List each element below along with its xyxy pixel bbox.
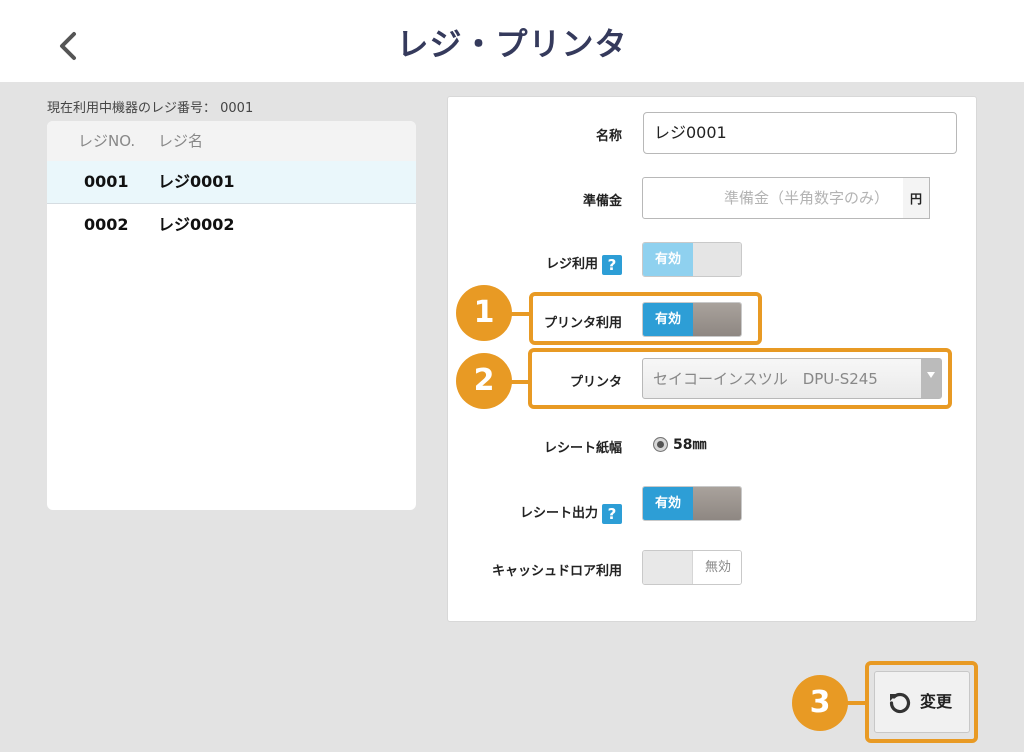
row-register-no: 0001 bbox=[84, 172, 129, 191]
toggle-knob bbox=[693, 243, 741, 276]
float-unit: 円 bbox=[903, 177, 930, 219]
highlight-box-1 bbox=[529, 292, 762, 345]
callout-connector-3 bbox=[845, 701, 867, 705]
row-register-name: レジ0002 bbox=[158, 215, 235, 234]
refresh-icon bbox=[889, 692, 911, 714]
float-input[interactable]: 準備金（半角数字のみ） bbox=[642, 177, 904, 219]
callout-badge-1: 1 bbox=[456, 285, 512, 341]
cash-drawer-label: キャッシュドロア利用 bbox=[491, 564, 622, 579]
callout-badge-2: 2 bbox=[456, 353, 512, 409]
callout-badge-3: 3 bbox=[792, 675, 848, 731]
change-button-label: 変更 bbox=[920, 692, 953, 711]
toggle-knob bbox=[643, 551, 693, 584]
column-register-name: レジ名 bbox=[158, 132, 204, 150]
receipt-output-state: 有効 bbox=[643, 487, 693, 520]
current-register-text: 現在利用中機器のレジ番号： 0001 bbox=[47, 101, 254, 116]
receipt-output-toggle[interactable]: 有効 bbox=[642, 486, 742, 521]
receipt-width-label: レシート紙幅 bbox=[543, 441, 622, 456]
row-register-no: 0002 bbox=[84, 215, 129, 234]
receipt-width-value: 58㎜ bbox=[673, 437, 707, 453]
help-icon[interactable]: ? bbox=[602, 254, 622, 275]
toggle-knob bbox=[693, 487, 741, 520]
register-use-text: レジ利用 bbox=[545, 257, 598, 272]
column-register-no: レジNO. bbox=[78, 132, 136, 150]
row-register-name: レジ0001 bbox=[158, 172, 235, 191]
float-label: 準備金 bbox=[582, 194, 622, 209]
register-use-label: レジ利用? bbox=[422, 253, 622, 275]
receipt-width-radio[interactable] bbox=[653, 437, 668, 452]
register-list: レジNO. レジ名 0001 レジ0001 0002 レジ0002 bbox=[47, 121, 416, 510]
list-row[interactable]: 0001 レジ0001 bbox=[47, 161, 416, 204]
register-use-state: 有効 bbox=[643, 243, 693, 276]
register-use-toggle[interactable]: 有効 bbox=[642, 242, 742, 277]
cash-drawer-state: 無効 bbox=[693, 551, 741, 584]
list-header: レジNO. レジ名 bbox=[47, 121, 416, 161]
receipt-output-label: レシート出力? bbox=[422, 502, 622, 524]
name-label: 名称 bbox=[595, 129, 622, 144]
list-row[interactable]: 0002 レジ0002 bbox=[47, 204, 416, 246]
receipt-output-text: レシート出力 bbox=[519, 506, 598, 521]
cash-drawer-toggle[interactable]: 無効 bbox=[642, 550, 742, 585]
highlight-box-2 bbox=[528, 348, 952, 409]
page-title: レジ・プリンタ bbox=[396, 25, 628, 63]
help-icon[interactable]: ? bbox=[602, 503, 622, 524]
header-bar: レジ・プリンタ bbox=[0, 0, 1024, 82]
change-button[interactable]: 変更 bbox=[874, 671, 970, 733]
name-input[interactable]: レジ0001 bbox=[643, 112, 957, 154]
